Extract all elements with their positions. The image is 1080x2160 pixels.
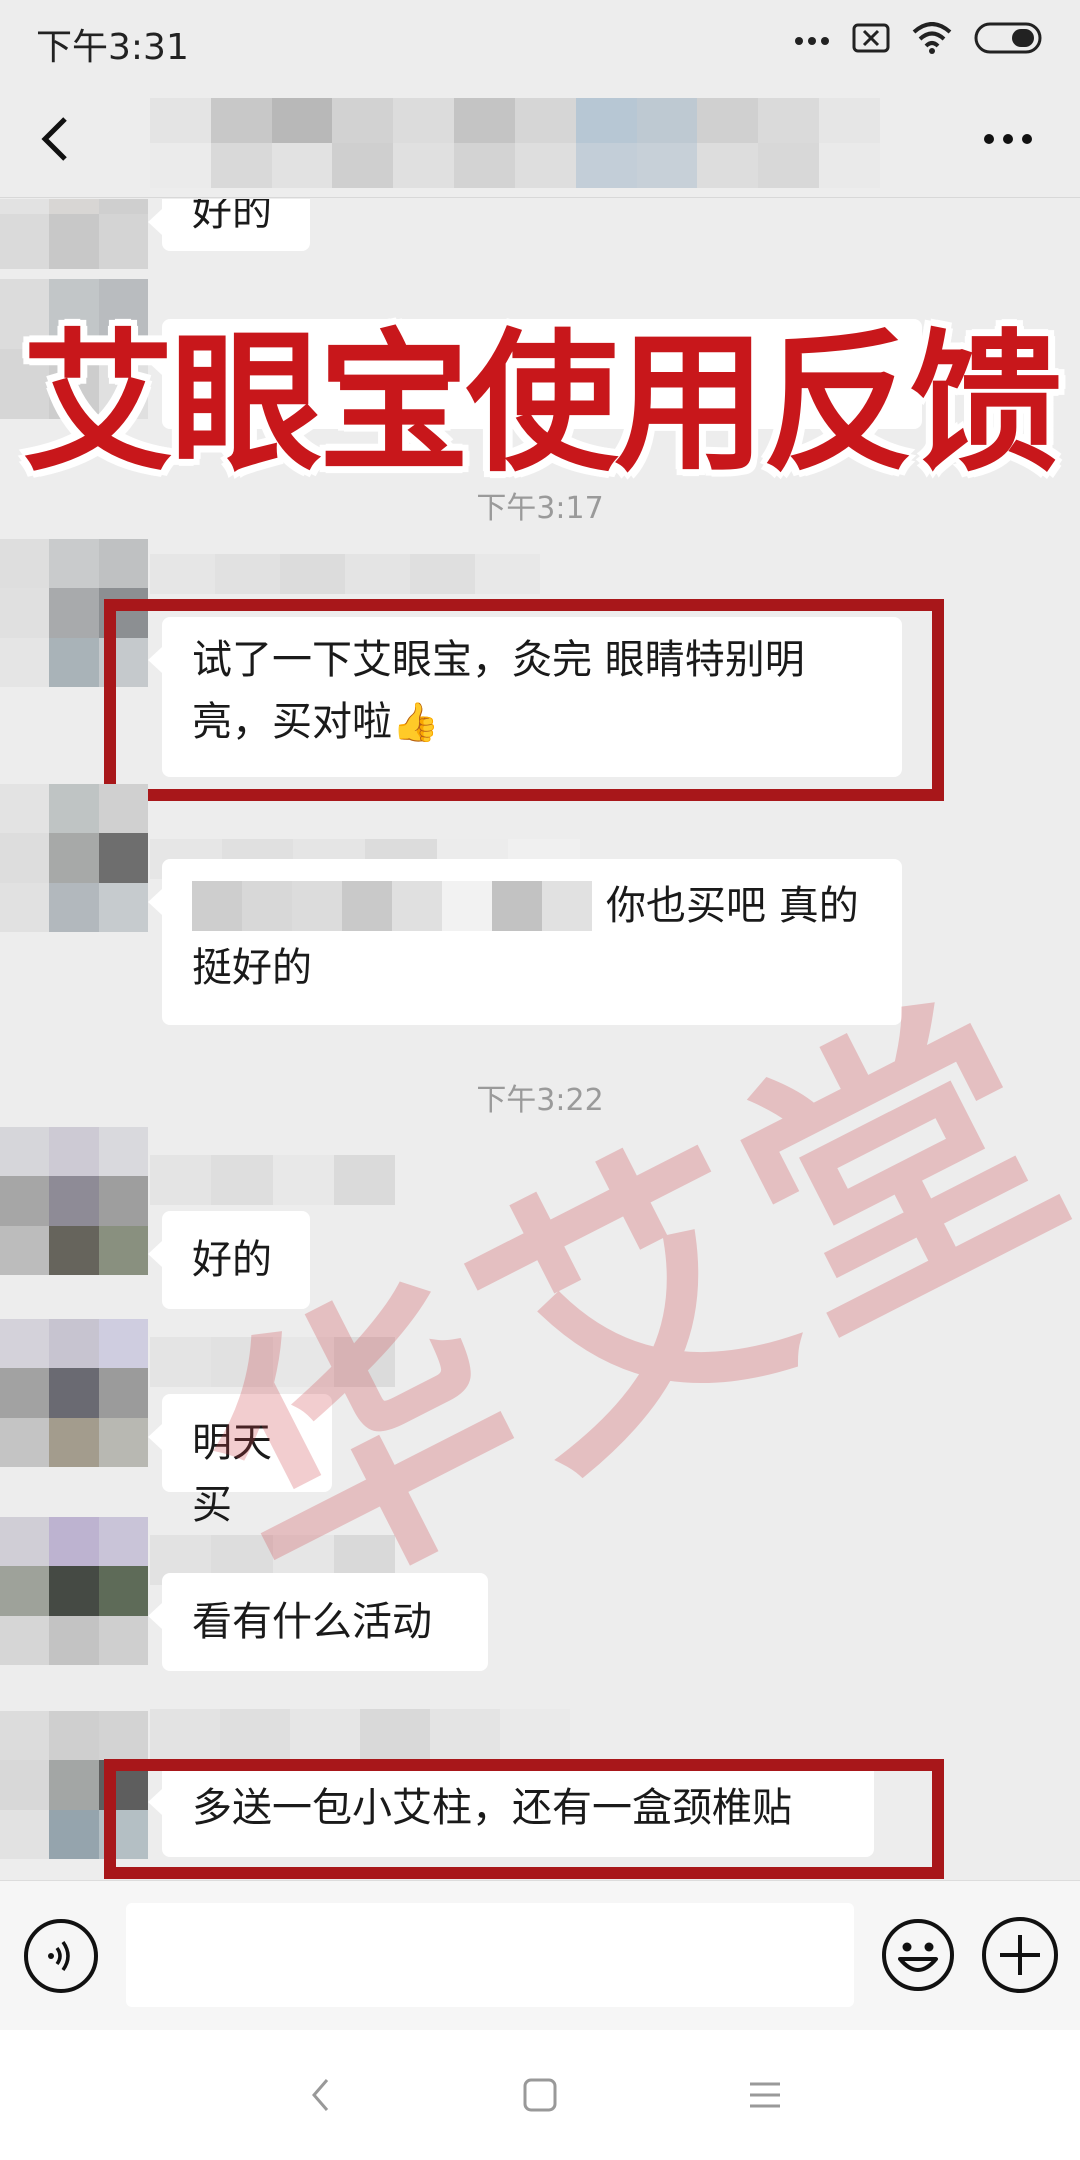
input-bar — [0, 1880, 1080, 2030]
nav-menu-icon — [750, 2082, 780, 2108]
message-text-line: 你也买吧 真的 — [606, 883, 859, 929]
more-dots-icon — [794, 31, 830, 50]
status-bar: 下午3:31 — [0, 0, 1080, 80]
plus-button[interactable] — [982, 1917, 1058, 1993]
emoji-button[interactable] — [880, 1917, 956, 1993]
nav-back-button[interactable] — [290, 2065, 350, 2125]
avatar[interactable] — [0, 784, 148, 932]
more-horizontal-icon — [984, 134, 1032, 144]
avatar[interactable] — [0, 1319, 148, 1467]
message-text: 好的 — [192, 199, 272, 235]
nav-menu-button[interactable] — [735, 2065, 795, 2125]
highlight-box — [104, 599, 944, 801]
voice-button[interactable] — [24, 1919, 98, 1993]
more-button[interactable] — [970, 105, 1046, 173]
avatar[interactable] — [0, 1517, 148, 1665]
sim-blocked-icon — [852, 23, 890, 57]
message-bubble[interactable]: 好的 — [148, 199, 310, 251]
nav-home-button[interactable] — [510, 2065, 570, 2125]
highlight-box — [104, 1759, 944, 1879]
avatar[interactable] — [0, 1127, 148, 1275]
overlay-title: 艾眼宝使用反馈 — [22, 315, 1062, 492]
sender-name-mosaic — [150, 1709, 570, 1759]
wifi-icon — [912, 22, 952, 58]
sender-name-mosaic — [150, 554, 540, 594]
voice-icon — [48, 1940, 70, 1972]
smiley-icon — [882, 1919, 954, 1991]
back-button[interactable] — [20, 105, 88, 173]
nav-bar — [0, 2030, 1080, 2160]
plus-circle-icon — [1000, 1935, 1040, 1975]
status-icons — [794, 20, 1044, 60]
avatar[interactable] — [0, 199, 148, 269]
message-input[interactable] — [126, 1903, 854, 2007]
chat-title-mosaic — [150, 98, 880, 188]
chevron-left-icon — [41, 117, 67, 161]
status-time: 下午3:31 — [36, 27, 189, 68]
nav-back-icon — [312, 2079, 329, 2111]
nav-home-icon — [523, 2078, 557, 2112]
battery-icon — [974, 22, 1044, 58]
blurred-text-mosaic — [192, 881, 592, 931]
chat-header — [0, 80, 1080, 198]
